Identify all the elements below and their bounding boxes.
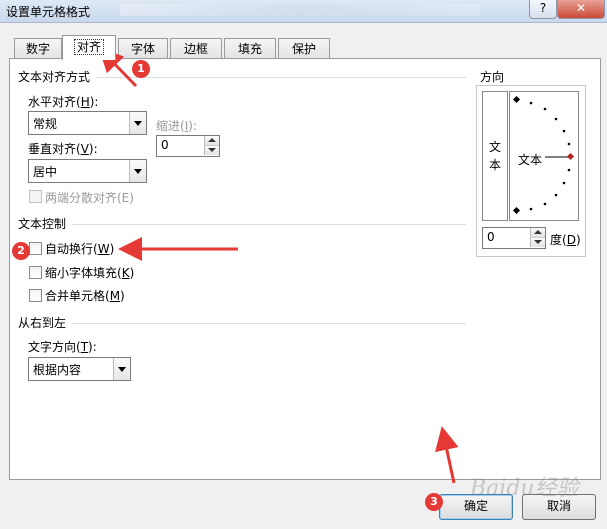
wrap-text-label: 自动换行(W) xyxy=(45,242,115,256)
tab-number[interactable]: 数字 xyxy=(14,38,62,59)
dial-tick xyxy=(554,117,558,121)
vertical-text-char: 文 xyxy=(489,140,502,154)
dial-tick xyxy=(529,207,533,211)
vertical-align-label: 垂直对齐(V): xyxy=(28,142,98,156)
spin-up-icon[interactable] xyxy=(204,136,219,146)
section-text-alignment: 文本对齐方式 xyxy=(18,70,91,84)
dial-endpoint-top xyxy=(512,95,521,104)
text-direction-label: 文字方向(T): xyxy=(28,340,97,354)
close-button[interactable]: ✕ xyxy=(557,0,605,19)
dial-tick xyxy=(562,181,566,185)
section-right-to-left: 从右到左 xyxy=(18,316,67,330)
text-direction-select[interactable]: 根据内容 xyxy=(28,357,131,381)
distributed-checkbox[interactable] xyxy=(29,190,42,203)
dial-tick xyxy=(543,202,547,206)
help-button[interactable]: ? xyxy=(529,0,557,19)
spin-down-icon[interactable] xyxy=(204,146,219,155)
tab-label: 数字 xyxy=(25,42,50,56)
tab-label: 边框 xyxy=(183,42,208,56)
vertical-align-value: 居中 xyxy=(33,165,58,179)
degrees-value: 0 xyxy=(487,230,495,244)
chevron-down-icon[interactable] xyxy=(113,358,130,380)
dial-tick xyxy=(562,129,566,133)
blurred-background xyxy=(120,4,480,16)
tab-font[interactable]: 字体 xyxy=(118,38,168,59)
dial-tick xyxy=(543,107,547,111)
annotation-marker-1: 1 xyxy=(132,60,150,78)
spin-up-icon[interactable] xyxy=(530,228,545,238)
tab-alignment[interactable]: 对齐 xyxy=(62,35,116,60)
vertical-text-toggle[interactable]: 文 本 xyxy=(482,91,508,221)
annotation-marker-2: 2 xyxy=(12,242,30,260)
dial-text: 文本 xyxy=(518,153,543,167)
dial-tick xyxy=(567,142,571,146)
text-direction-value: 根据内容 xyxy=(33,363,82,377)
divider xyxy=(72,224,466,225)
degrees-label: 度(D) xyxy=(550,233,581,247)
tab-label: 字体 xyxy=(130,42,155,56)
tab-border[interactable]: 边框 xyxy=(170,38,222,59)
section-text-control: 文本控制 xyxy=(18,217,67,231)
chevron-down-icon[interactable] xyxy=(129,160,146,182)
shrink-to-fit-checkbox[interactable] xyxy=(29,266,42,279)
tab-label: 对齐 xyxy=(73,39,105,55)
tab-fill[interactable]: 填充 xyxy=(224,38,276,59)
indent-value: 0 xyxy=(161,138,169,152)
distributed-label: 两端分散对齐(E) xyxy=(45,191,134,205)
tab-label: 保护 xyxy=(291,42,316,56)
wrap-text-checkbox[interactable] xyxy=(29,242,42,255)
horizontal-align-value: 常规 xyxy=(33,117,58,131)
indent-label: 缩进(I): xyxy=(156,119,197,133)
dial-endpoint-bottom xyxy=(512,206,521,215)
chevron-down-icon[interactable] xyxy=(129,112,146,134)
divider xyxy=(72,323,466,324)
horizontal-align-label: 水平对齐(H): xyxy=(28,95,99,109)
annotation-marker-3: 3 xyxy=(425,493,443,511)
indent-spinner[interactable]: 0 xyxy=(156,135,220,157)
vertical-align-select[interactable]: 居中 xyxy=(28,159,147,183)
divider xyxy=(96,77,466,78)
dial-handle[interactable] xyxy=(566,152,575,161)
dial-tick xyxy=(529,101,533,105)
section-orientation: 方向 xyxy=(480,70,505,84)
vertical-text-char: 本 xyxy=(489,158,502,172)
horizontal-align-select[interactable]: 常规 xyxy=(28,111,147,135)
tab-protection[interactable]: 保护 xyxy=(278,38,330,59)
spin-down-icon[interactable] xyxy=(530,238,545,247)
dialog-title: 设置单元格格式 xyxy=(6,5,91,19)
watermark: Baidu经验 xyxy=(470,476,579,501)
dial-tick xyxy=(567,168,571,172)
tab-label: 填充 xyxy=(237,42,262,56)
shrink-to-fit-label: 缩小字体填充(K) xyxy=(45,266,135,280)
merge-cells-checkbox[interactable] xyxy=(29,289,42,302)
title-bar: 设置单元格格式 ? ✕ xyxy=(0,0,607,23)
degrees-spinner[interactable]: 0 xyxy=(482,227,546,249)
dial-tick xyxy=(554,193,558,197)
merge-cells-label: 合并单元格(M) xyxy=(45,289,125,303)
